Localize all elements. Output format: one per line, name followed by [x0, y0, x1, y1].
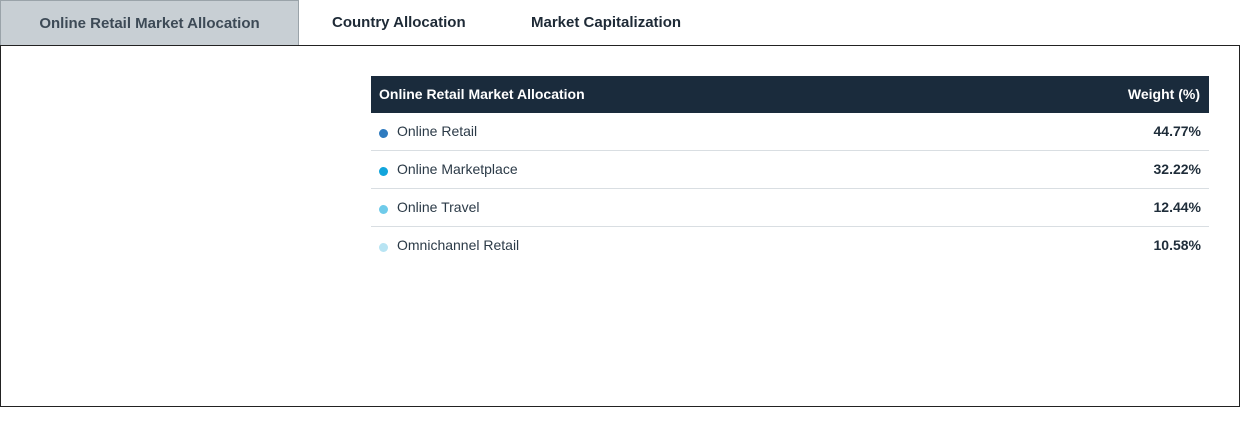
- tab-online-retail-market-allocation[interactable]: Online Retail Market Allocation: [0, 0, 299, 45]
- row-label: Online Travel: [397, 199, 480, 215]
- row-label: Online Marketplace: [397, 161, 518, 177]
- legend-dot-icon: [379, 243, 388, 252]
- row-weight: 32.22%: [1153, 161, 1201, 177]
- tab-country-allocation[interactable]: Country Allocation: [332, 0, 466, 45]
- table-row: Online Travel 12.44%: [371, 189, 1209, 227]
- row-label: Omnichannel Retail: [397, 237, 520, 253]
- allocation-table: Online Retail Market Allocation Weight (…: [371, 76, 1209, 265]
- row-label: Online Retail: [397, 123, 478, 139]
- table-row: Omnichannel Retail 10.58%: [371, 227, 1209, 265]
- tab-market-capitalization[interactable]: Market Capitalization: [531, 0, 681, 45]
- legend-dot-icon: [379, 167, 388, 176]
- row-weight: 44.77%: [1153, 123, 1201, 139]
- legend-dot-icon: [379, 205, 388, 214]
- row-weight: 12.44%: [1153, 199, 1201, 215]
- table-header: Online Retail Market Allocation Weight (…: [371, 76, 1209, 113]
- table-row: Online Retail 44.77%: [371, 113, 1209, 151]
- legend-dot-icon: [379, 129, 388, 138]
- tab-bar: Online Retail Market Allocation Country …: [0, 0, 1240, 46]
- row-weight: 10.58%: [1153, 237, 1201, 253]
- header-weight-label: Weight (%): [1127, 86, 1200, 102]
- header-allocation-label: Online Retail Market Allocation: [379, 86, 585, 102]
- table-row: Online Marketplace 32.22%: [371, 151, 1209, 189]
